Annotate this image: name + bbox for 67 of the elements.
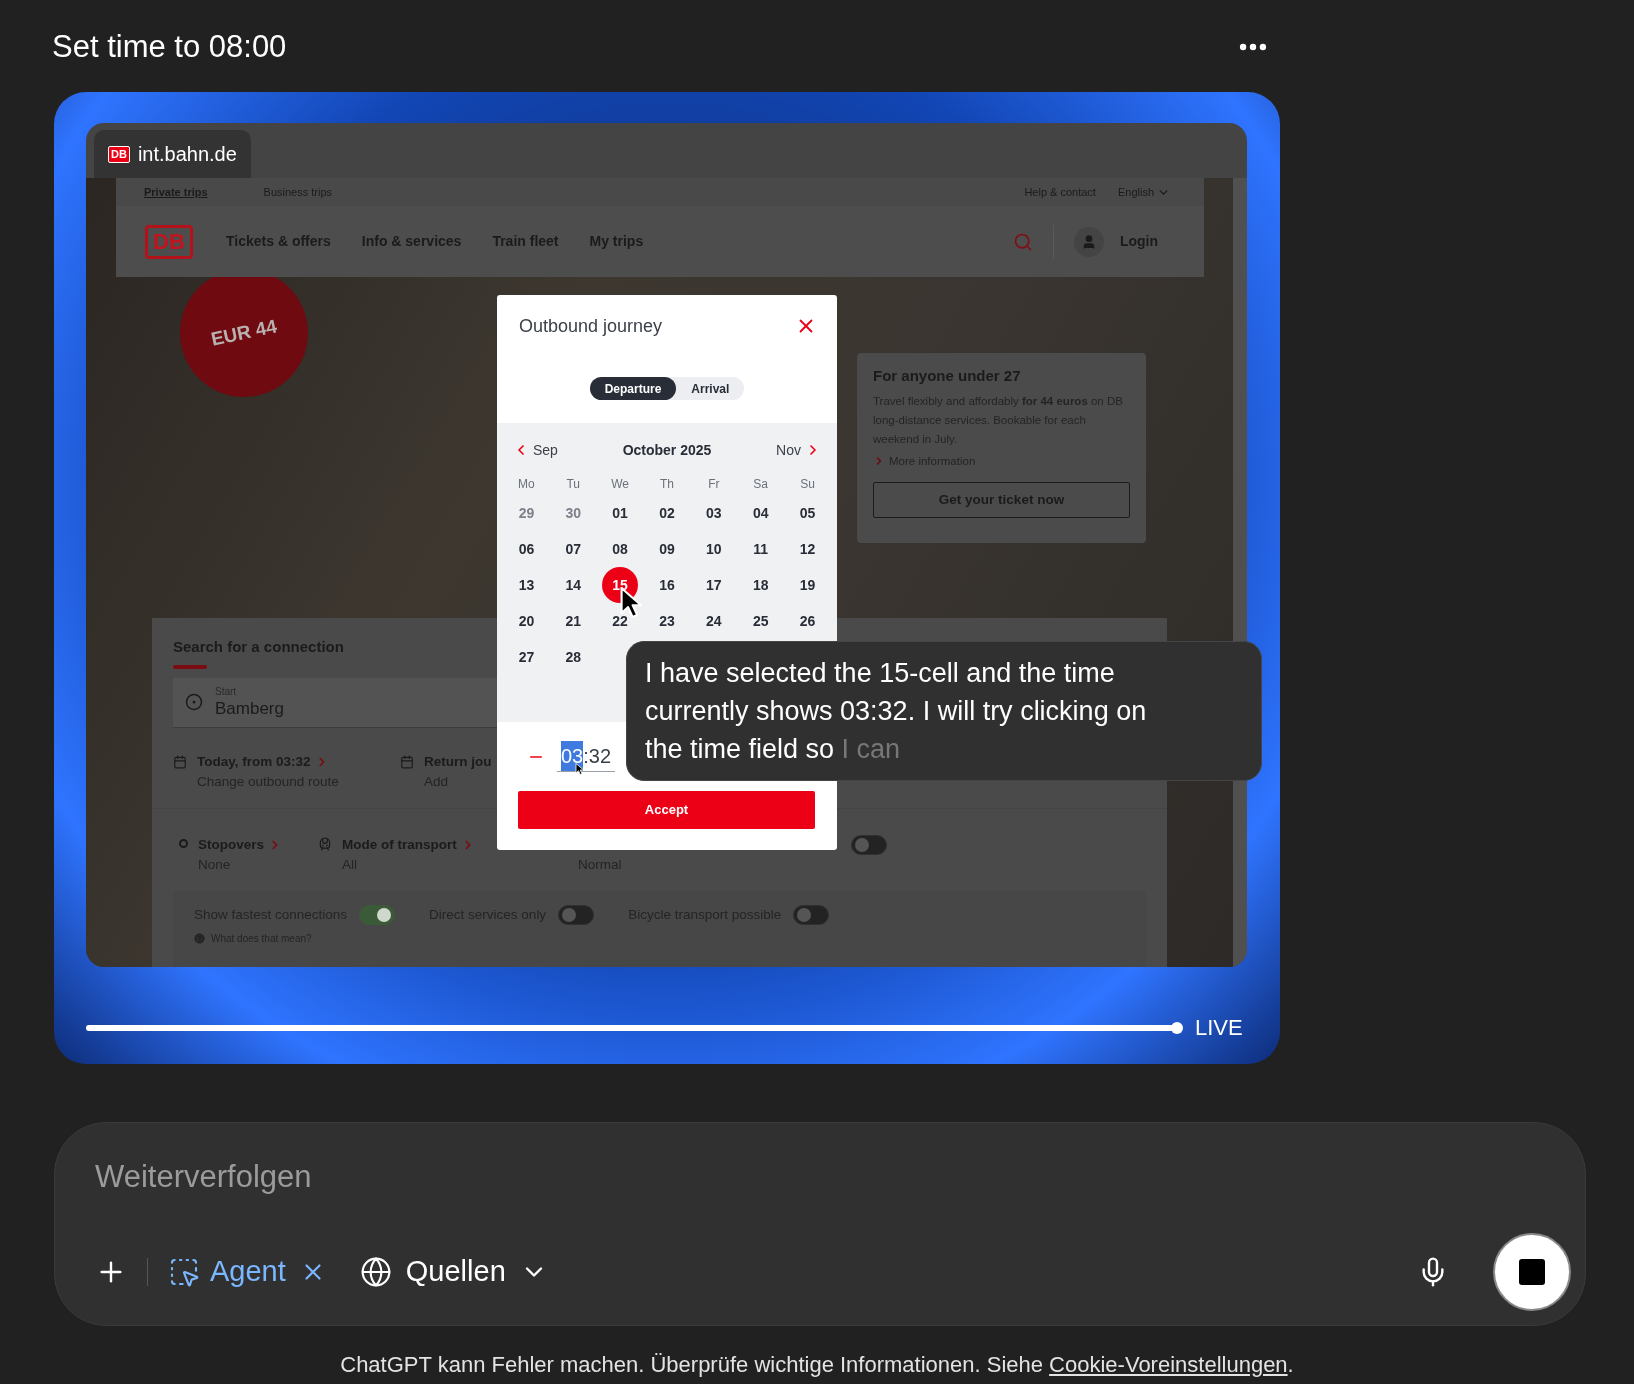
live-label: LIVE [1195, 1014, 1243, 1042]
day-cell[interactable]: 17 [695, 567, 732, 603]
time-field[interactable]: 03:32 [557, 741, 616, 772]
task-title: Set time to 08:00 [52, 27, 287, 66]
day-cell[interactable]: 04 [742, 495, 779, 531]
day-cell[interactable]: 29 [508, 495, 545, 531]
day-cell[interactable]: 23 [649, 603, 685, 639]
day-cell[interactable]: 20 [508, 603, 545, 639]
day-cell[interactable]: 18 [742, 567, 779, 603]
help-icon [194, 932, 205, 944]
browser-tab[interactable]: DB int.bahn.de [94, 130, 251, 178]
weekday-label: We [611, 476, 630, 493]
mode-tab[interactable]: Arrival [676, 377, 745, 400]
day-cell[interactable]: 24 [695, 603, 732, 639]
agent-chip[interactable]: Agent [168, 1250, 326, 1294]
day-cell[interactable]: 08 [602, 531, 639, 567]
day-cell[interactable]: 09 [649, 531, 685, 567]
weekday-label: Th [660, 476, 674, 493]
day-cell[interactable]: 02 [649, 495, 685, 531]
toggle-switch[interactable] [851, 834, 887, 855]
cookie-settings-link[interactable]: Cookie-Voreinstellungen [1049, 1352, 1288, 1377]
train-icon [318, 836, 332, 851]
day-cell[interactable]: 19 [789, 567, 826, 603]
day-cell[interactable]: 16 [649, 567, 685, 603]
agent-message-tooltip: I have selected the 15-cell and the time currently shows 03:32. I will try clicking on the time field so I can [626, 641, 1262, 781]
agent-icon [168, 1256, 200, 1288]
disclaimer-text: ChatGPT kann Fehler machen. Überprüfe wichtige Informationen. Siehe Cookie-Voreinstellungen. [339, 1351, 1295, 1379]
day-cell[interactable]: 12 [789, 531, 826, 567]
weekday-label: Mo [518, 476, 535, 493]
day-cell[interactable]: 10 [695, 531, 732, 567]
day-cell[interactable]: 11 [742, 531, 779, 567]
pointer-icon [575, 762, 586, 775]
day-cell[interactable]: 21 [555, 603, 592, 639]
next-month-button[interactable]: Nov [776, 439, 821, 461]
day-cell[interactable]: 27 [508, 639, 545, 675]
previous-month-button[interactable]: Sep [513, 439, 558, 461]
day-cell[interactable]: 07 [555, 531, 592, 567]
sources-button[interactable]: Quellen [359, 1250, 548, 1294]
day-cell[interactable]: 14 [555, 567, 592, 603]
location-icon [185, 693, 203, 711]
globe-icon [359, 1256, 392, 1288]
dialog-title: Outbound journey [519, 314, 663, 338]
calendar-icon [400, 754, 414, 769]
month-title: October 2025 [622, 440, 712, 460]
day-cell[interactable]: 30 [555, 495, 592, 531]
db-favicon: DB [108, 145, 130, 163]
weekday-label: Fr [708, 476, 720, 493]
day-cell[interactable]: 28 [555, 639, 592, 675]
calendar-icon [173, 754, 187, 769]
day-cell[interactable]: 13 [508, 567, 545, 603]
prompt-input[interactable]: Weiterverfolgen [95, 1155, 1545, 1199]
weekday-label: Su [800, 476, 815, 493]
day-cell[interactable]: 05 [789, 495, 826, 531]
toggle-switch[interactable] [793, 904, 830, 925]
stop-icon [1519, 1259, 1545, 1285]
day-cell[interactable]: 25 [742, 603, 779, 639]
toggle-switch[interactable] [359, 904, 396, 925]
day-cell[interactable]: 06 [508, 531, 545, 567]
day-cell[interactable]: 01 [602, 495, 639, 531]
progress-thumb[interactable] [1171, 1021, 1183, 1034]
day-cell[interactable]: 03 [695, 495, 732, 531]
accept-button[interactable]: Accept [518, 791, 815, 829]
mode-tab[interactable]: Departure [589, 377, 677, 400]
toggle-switch[interactable] [558, 904, 595, 925]
weekday-label: Tu [566, 476, 581, 493]
day-cell[interactable]: 26 [789, 603, 826, 639]
weekday-label: Sa [753, 476, 769, 493]
